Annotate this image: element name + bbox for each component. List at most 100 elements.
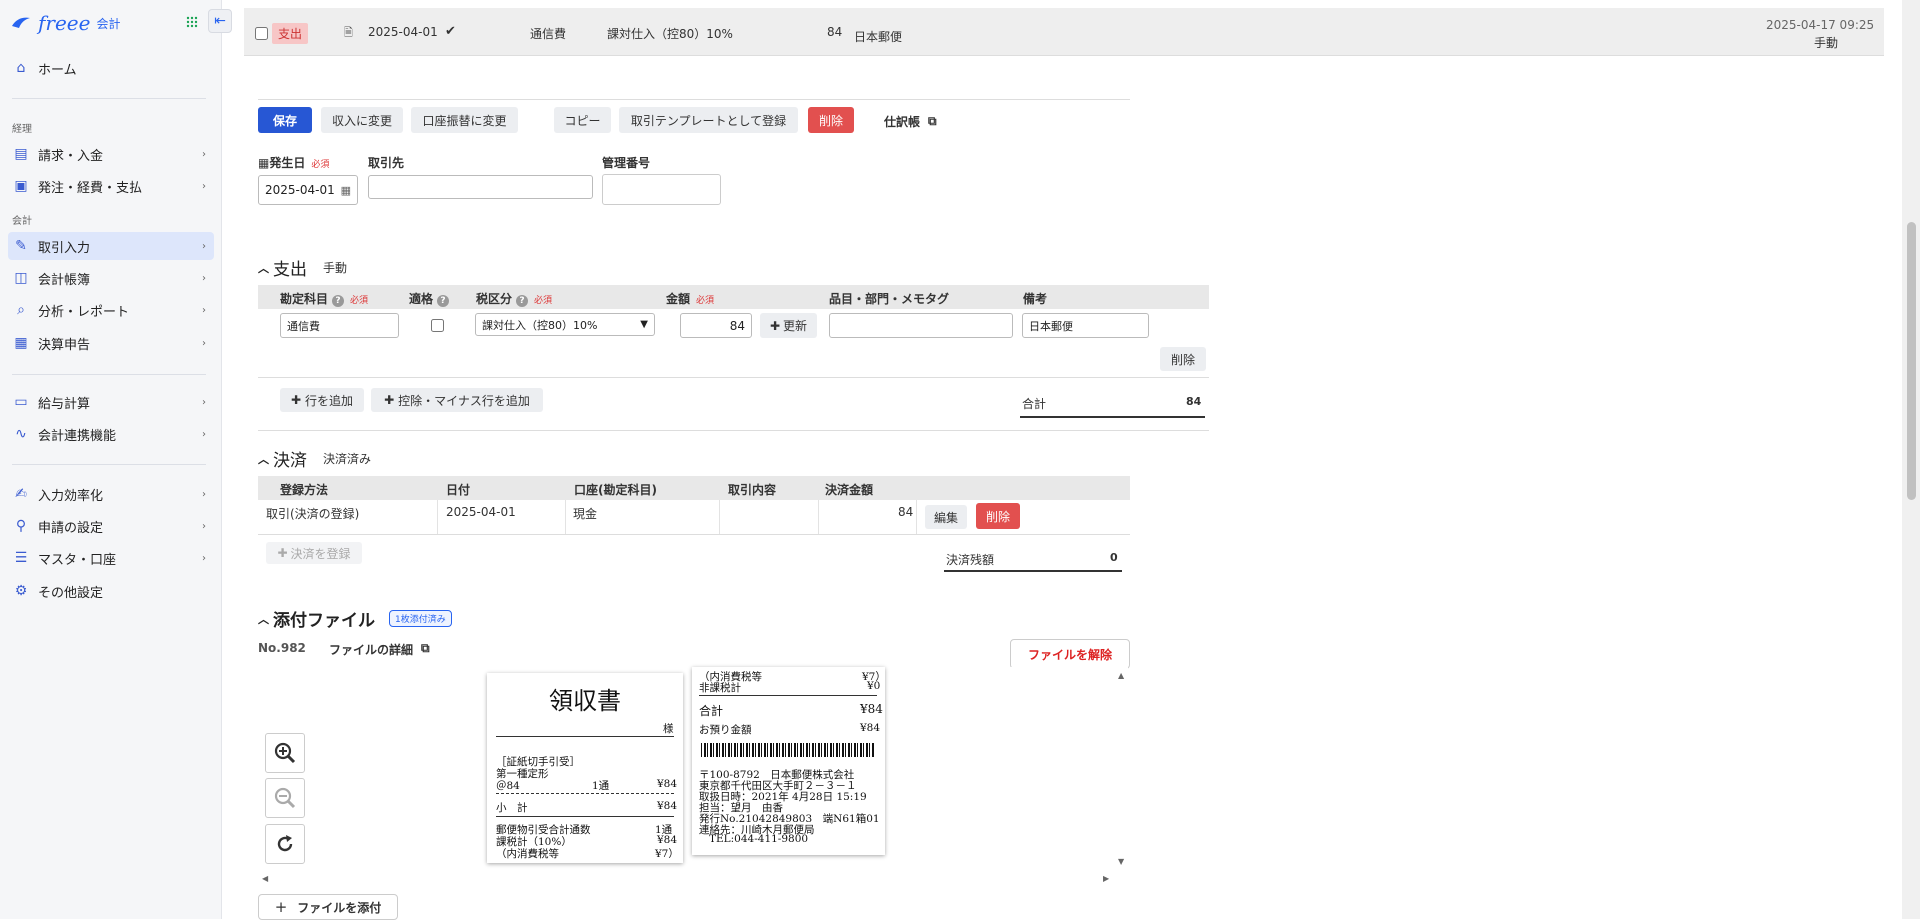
receipt-rule	[496, 736, 674, 737]
register-settlement-button[interactable]: ✚ 決済を登録	[266, 542, 362, 564]
sidebar-collapse-button[interactable]: ⇤	[208, 9, 232, 33]
sidebar-item-other[interactable]: ⚙ その他設定	[8, 577, 214, 605]
receipt-line: TEL:044-411-9800	[709, 833, 809, 845]
divider	[258, 99, 1130, 100]
journal-link[interactable]: 仕訳帳 ⧉	[884, 113, 937, 130]
memo-input[interactable]: 日本郵便	[1022, 313, 1149, 338]
required-mark: 必須	[311, 160, 330, 170]
sidebar-item-label: 会計連携機能	[38, 428, 117, 444]
home-icon: ⌂	[16, 60, 26, 76]
zoom-out-button[interactable]	[265, 778, 305, 818]
items-input[interactable]	[829, 313, 1013, 338]
amount-header: 決済金額	[825, 483, 874, 497]
receipt-line: （内消費税等	[496, 848, 559, 860]
sidebar-item-approval[interactable]: ⚲ 申請の設定 ›	[8, 512, 214, 540]
settlement-method: 取引(決済の登録)	[266, 507, 360, 521]
calendar-picker-icon[interactable]: ▦	[341, 184, 351, 197]
update-button[interactable]: ✚ 更新	[760, 313, 817, 338]
settlement-section-header[interactable]: ︿ 決済 決済済み	[258, 446, 371, 471]
chevron-up-icon: ︿	[258, 261, 269, 275]
attachment-section-header[interactable]: ︿ 添付ファイル 1枚添付済み	[258, 606, 452, 631]
help-icon[interactable]: ?	[516, 295, 529, 307]
page-scrollbar[interactable]	[1902, 0, 1920, 919]
row-account: 通信費	[530, 27, 567, 41]
scroll-down-icon[interactable]: ▼	[1118, 857, 1124, 866]
save-button[interactable]: 保存	[258, 107, 312, 133]
register-template-button[interactable]: 取引テンプレートとして登録	[619, 107, 798, 133]
scrollbar-thumb[interactable]	[1907, 222, 1916, 500]
help-icon[interactable]: ?	[437, 295, 450, 307]
file-details-link[interactable]: ファイルの詳細 ⧉	[329, 641, 430, 658]
sidebar-item-master[interactable]: ☰ マスタ・口座 ›	[8, 544, 214, 572]
receipt-line: 1通	[592, 780, 610, 792]
sidebar-item-home[interactable]: ⌂ ホーム	[8, 54, 214, 82]
rotate-button[interactable]	[265, 824, 305, 864]
expense-section-header[interactable]: ︿ 支出 手動	[258, 255, 347, 280]
add-minus-row-button[interactable]: ✚ 控除・マイナス行を追加	[371, 388, 543, 412]
required-mark: 必須	[696, 296, 715, 306]
row-date: 2025-04-01	[368, 25, 438, 39]
help-icon[interactable]: ?	[332, 295, 345, 307]
change-to-transfer-button[interactable]: 口座振替に変更	[411, 107, 518, 133]
receipt-line: ¥84	[657, 778, 678, 790]
attach-file-label: ファイルを添付	[297, 900, 382, 915]
sidebar-item-invoice[interactable]: ▤ 請求・入金 ›	[8, 140, 214, 168]
add-row-button[interactable]: ✚ 行を追加	[280, 388, 364, 412]
settlement-delete-button[interactable]: 削除	[976, 503, 1020, 529]
date-label: ▦発生日 必須	[258, 154, 329, 171]
row-delete-button[interactable]: 削除	[1160, 347, 1206, 371]
sidebar-item-deal-input[interactable]: ✎ 取引入力 ›	[8, 232, 214, 260]
transaction-list-row[interactable]: 支出 🗎 2025-04-01 ✔ 通信費 課対仕入（控80）10% 84 日本…	[244, 8, 1884, 56]
date-header: 日付	[446, 483, 471, 497]
tax-header: 税区分? 必須	[476, 290, 552, 307]
unlink-file-button[interactable]: ファイルを解除	[1010, 639, 1130, 669]
delete-button[interactable]: 削除	[808, 107, 854, 133]
plus-icon: ✚	[384, 393, 395, 407]
sidebar-item-closing[interactable]: ▦ 決算申告 ›	[8, 329, 214, 357]
attach-file-button[interactable]: + ファイルを添付	[258, 894, 398, 920]
magnifier-chart-icon: ⌕	[17, 302, 25, 318]
cell-divider	[719, 500, 720, 534]
sidebar-item-order[interactable]: ▣ 発注・経費・支払 ›	[8, 172, 214, 200]
date-input[interactable]: 2025-04-01 ▦	[258, 175, 358, 205]
partner-input[interactable]	[368, 175, 593, 199]
add-minus-row-label: 控除・マイナス行を追加	[398, 393, 530, 408]
account-input[interactable]: 通信費	[280, 313, 399, 338]
barcode-image	[701, 743, 875, 757]
settlement-edit-button[interactable]: 編集	[925, 505, 967, 529]
attachment-title: 添付ファイル	[273, 611, 375, 631]
attached-count-badge: 1枚添付済み	[389, 610, 452, 627]
sidebar-item-integration[interactable]: ∿ 会計連携機能 ›	[8, 420, 214, 448]
update-button-label: 更新	[783, 319, 808, 333]
row-checkbox[interactable]	[255, 27, 268, 40]
total-value: 84	[1186, 395, 1202, 408]
management-number-input[interactable]	[602, 174, 721, 205]
cell-divider	[818, 500, 819, 534]
qualified-checkbox[interactable]	[431, 319, 444, 332]
chevron-right-icon: ›	[202, 396, 206, 408]
row-updated: 2025-04-17 09:25	[1766, 18, 1875, 32]
freee-logo[interactable]: freee 会計	[10, 10, 121, 36]
sidebar-item-ledger[interactable]: ◫ 会計帳簿 ›	[8, 264, 214, 292]
chevron-up-icon: ︿	[258, 612, 269, 626]
amount-input[interactable]: 84	[680, 313, 752, 338]
plus-icon: ✚	[277, 546, 288, 560]
sidebar-item-label: 入力効率化	[38, 488, 104, 504]
zoom-in-button[interactable]	[265, 733, 305, 773]
scroll-up-icon[interactable]: ▲	[1118, 671, 1124, 680]
plus-icon: ✚	[290, 393, 302, 407]
tax-select[interactable]: 課対仕入（控80）10% ▼	[475, 313, 655, 336]
sidebar-item-label: 申請の設定	[38, 520, 104, 536]
sidebar-item-payroll[interactable]: ▭ 給与計算 ›	[8, 388, 214, 416]
partner-label: 取引先	[368, 156, 405, 170]
cell-divider	[437, 500, 438, 534]
chevron-right-icon: ›	[202, 148, 206, 160]
apps-grid-icon[interactable]	[186, 16, 198, 28]
sidebar-item-label: 請求・入金	[38, 148, 104, 164]
sidebar-item-efficiency[interactable]: ✍ 入力効率化 ›	[8, 480, 214, 508]
change-to-income-button[interactable]: 収入に変更	[321, 107, 403, 133]
scroll-right-icon[interactable]: ▶	[1103, 874, 1109, 883]
scroll-left-icon[interactable]: ◀	[262, 874, 268, 883]
copy-button[interactable]: コピー	[554, 107, 611, 133]
sidebar-item-analysis[interactable]: ⌕ 分析・レポート ›	[8, 296, 214, 324]
